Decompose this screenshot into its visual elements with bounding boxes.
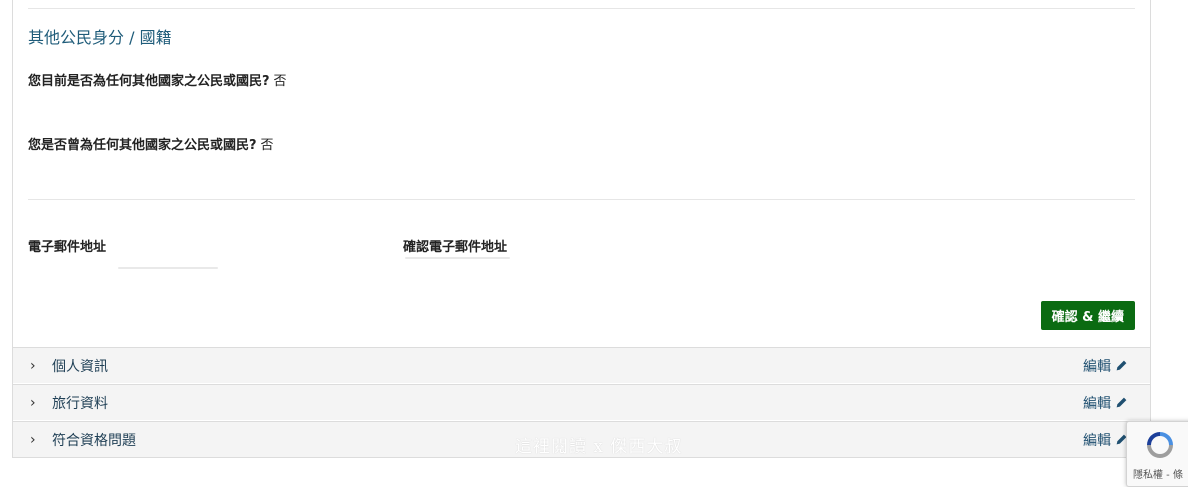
edit-link[interactable]: 編輯 (1083, 356, 1128, 376)
chevron-right-icon: › (30, 431, 36, 448)
divider (28, 8, 1135, 9)
divider (28, 199, 1135, 200)
confirm-email-value-redacted (405, 257, 510, 259)
question-past-citizenship: 您是否曾為任何其他國家之公民或國民? 否 (28, 134, 274, 153)
recaptcha-footer[interactable]: 隱私權 - 條 (1133, 466, 1183, 481)
answer-text: 否 (260, 138, 274, 153)
section-title: 其他公民身分 / 國籍 (28, 28, 172, 47)
chevron-right-icon: › (30, 394, 36, 411)
pencil-icon (1116, 360, 1127, 371)
question-text: 您是否曾為任何其他國家之公民或國民? (28, 138, 257, 153)
edit-link[interactable]: 編輯 (1083, 393, 1128, 413)
watermark: 這裡閱讀 x 傑西大叔 (515, 437, 683, 457)
edit-label: 編輯 (1083, 358, 1111, 375)
edit-label: 編輯 (1083, 395, 1111, 412)
accordion-travel-info[interactable]: › 旅行資料 編輯 (13, 384, 1150, 420)
accordion-personal-info[interactable]: › 個人資訊 編輯 (13, 347, 1150, 383)
recaptcha-badge[interactable]: 隱私權 - 條 (1126, 421, 1188, 487)
email-label: 電子郵件地址 (28, 240, 107, 255)
edit-label: 編輯 (1083, 432, 1111, 449)
accordion-title: 個人資訊 (52, 358, 108, 375)
edit-link[interactable]: 編輯 (1083, 430, 1128, 450)
form-panel: 其他公民身分 / 國籍 您目前是否為任何其他國家之公民或國民? 否 您是否曾為任何… (12, 0, 1151, 458)
confirm-continue-button[interactable]: 確認 & 繼續 (1040, 301, 1135, 330)
recaptcha-icon (1147, 432, 1173, 458)
accordion-title: 符合資格問題 (52, 432, 136, 449)
chevron-right-icon: › (30, 357, 36, 374)
confirm-email-label: 確認電子郵件地址 (403, 240, 508, 255)
answer-text: 否 (273, 74, 287, 89)
pencil-icon (1116, 397, 1127, 408)
question-text: 您目前是否為任何其他國家之公民或國民? (28, 74, 270, 89)
email-value-redacted (118, 267, 218, 269)
accordion-title: 旅行資料 (52, 395, 108, 412)
question-current-citizenship: 您目前是否為任何其他國家之公民或國民? 否 (28, 70, 287, 89)
